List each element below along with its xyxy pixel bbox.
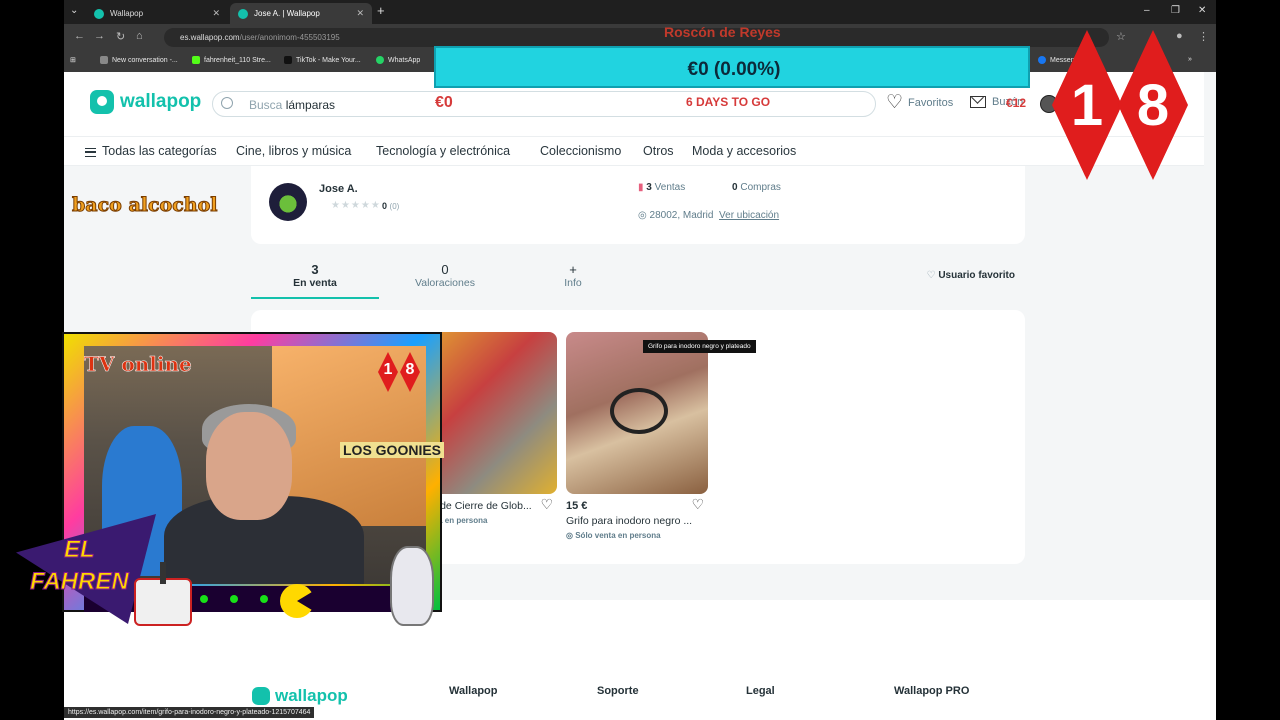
footer-col-pro: Wallapop PRO [894, 685, 970, 697]
favorite-user-button[interactable]: Usuario favorito [927, 270, 1015, 281]
item-tooltip: Grifo para inodoro negro y plateado [643, 340, 756, 353]
tab-info[interactable]: + Info [509, 262, 637, 289]
bookmark-item[interactable]: fahrenheit_110 Stre... [192, 56, 271, 64]
wallapop-logo[interactable]: wallapop [90, 90, 201, 114]
item-image [566, 332, 708, 494]
screen: ⌄ Wallapop ✕ Jose A. | Wallapop ✕ + – ❐ … [0, 0, 1280, 720]
goal-progress-text: €0 (0.00%) [687, 59, 781, 80]
footer-logo[interactable]: wallapop [252, 686, 348, 706]
item-card[interactable]: 15 € Grifo para inodoro negro ... ◎ Sólo… [566, 332, 708, 540]
wallapop-logo-icon [252, 687, 270, 705]
back-icon[interactable]: ← [74, 30, 85, 42]
facebook-icon [1038, 56, 1046, 64]
streamer-head [206, 412, 292, 520]
bookmark-favicon-icon [100, 56, 108, 64]
goal-title: Roscón de Reyes [664, 24, 781, 40]
profile-icon[interactable]: ● [1176, 30, 1183, 42]
reload-icon[interactable]: ↻ [116, 30, 125, 43]
minimize-icon[interactable]: – [1144, 5, 1150, 16]
poster-title: LOS GOONIES [340, 442, 445, 458]
joystick-icon [134, 562, 192, 626]
menu-icon[interactable]: ⋮ [1198, 30, 1209, 43]
footer-col-legal: Legal [746, 685, 775, 697]
cam-title: TV online [84, 352, 192, 377]
category-bar: Todas las categorías Cine, libros y músi… [64, 136, 1204, 166]
pellet-icon [230, 595, 238, 603]
sales-stat: ▮ 3 Ventas [638, 182, 686, 193]
category-item[interactable]: Cine, libros y música [236, 144, 351, 158]
location: ◎ 28002, Madrid Ver ubicación [638, 210, 780, 221]
home-icon[interactable]: ⌂ [136, 30, 143, 42]
category-item[interactable]: Moda y accesorios [692, 144, 796, 158]
location-pin-icon: ◎ [566, 531, 573, 540]
apps-icon[interactable]: ⊞ [70, 56, 76, 64]
kick-icon [192, 56, 200, 64]
goal-days: 6 DAYS TO GO [686, 95, 771, 109]
heart-icon[interactable]: ♡ [691, 496, 704, 513]
profile-avatar [269, 183, 307, 221]
goal-progress-bar: €0 (0.00%) [434, 46, 1030, 88]
wallapop-logo-icon [90, 90, 114, 114]
whatsapp-icon [376, 56, 384, 64]
category-item[interactable]: Tecnología y electrónica [376, 144, 510, 158]
url-input[interactable]: es.wallapop.com/user/anonimom-455503195 [164, 28, 1109, 47]
item-title: Grifo para inodoro negro ... [566, 515, 693, 527]
bookmark-item[interactable]: WhatsApp [376, 56, 420, 64]
view-location-link[interactable]: Ver ubicación [719, 210, 779, 221]
goal-current: €0 [435, 94, 453, 111]
item-shipping: ◎ Sólo venta en persona [566, 531, 661, 540]
astronaut-icon [390, 546, 434, 626]
search-icon [221, 97, 233, 109]
bookmark-item[interactable]: New conversation -... [100, 56, 178, 64]
profile-card: Jose A. ★★★★★ 0 (0) ▮ 3 Ventas 0 Compras… [251, 166, 1025, 244]
tab-list-icon[interactable]: ⌄ [70, 5, 78, 16]
restore-icon[interactable]: ❐ [1171, 5, 1180, 16]
purchases-stat: 0 Compras [732, 182, 781, 193]
pellet-icon [200, 595, 208, 603]
profile-tabs: 3En venta 0Valoraciones +Info Usuario fa… [251, 260, 1025, 300]
close-icon[interactable]: ✕ [212, 8, 220, 19]
rating-value: 0 (0) [382, 201, 400, 211]
favorites-link[interactable]: Favoritos [886, 91, 953, 114]
category-all[interactable]: Todas las categorías [102, 144, 217, 158]
tab-reviews[interactable]: 0 Valoraciones [381, 262, 509, 289]
scrolling-ticker: baco alcochol [72, 194, 218, 217]
envelope-icon [970, 96, 986, 108]
goal-target: €12 [1006, 96, 1027, 110]
close-icon[interactable]: ✕ [356, 8, 364, 19]
forward-icon[interactable]: → [94, 30, 105, 42]
wallapop-favicon-icon [238, 8, 248, 19]
pellet-icon [260, 595, 268, 603]
streamer-brand-badge: EL FAHREN [16, 514, 194, 632]
heart-icon[interactable]: ♡ [540, 496, 553, 513]
status-url: https://es.wallapop.com/item/grifo-para-… [64, 707, 315, 718]
browser-tabbar: ⌄ Wallapop ✕ Jose A. | Wallapop ✕ + – ❐ … [64, 0, 1216, 24]
star-rating-icon: ★★★★★ [331, 200, 381, 211]
menu-icon[interactable] [85, 148, 96, 157]
item-price: 15 € [566, 500, 588, 512]
profile-name: Jose A. [319, 183, 358, 195]
wallapop-favicon-icon [94, 8, 104, 19]
more-bookmarks-icon[interactable]: » [1188, 56, 1192, 63]
tab-wallapop[interactable]: Wallapop ✕ [86, 3, 228, 24]
close-window-icon[interactable]: ✕ [1198, 5, 1206, 16]
category-item[interactable]: Otros [643, 144, 674, 158]
bookmark-star-icon[interactable]: ☆ [1116, 30, 1126, 43]
tab-for-sale[interactable]: 3 En venta [251, 262, 379, 299]
new-tab-icon[interactable]: + [377, 3, 385, 18]
heart-icon [886, 91, 903, 114]
footer-col-wallapop: Wallapop [449, 685, 498, 697]
category-item[interactable]: Coleccionismo [540, 144, 621, 158]
tiktok-icon [284, 56, 292, 64]
footer-col-support: Soporte [597, 685, 639, 697]
footer [64, 600, 1216, 720]
tab-jose[interactable]: Jose A. | Wallapop ✕ [230, 3, 372, 24]
bookmark-item[interactable]: TikTok - Make Your... [284, 56, 361, 64]
faucet-hose-shape [610, 388, 668, 434]
search-input[interactable]: Busca lámparas [212, 91, 876, 117]
chart-icon: ▮ [638, 182, 644, 193]
location-pin-icon: ◎ [638, 210, 647, 221]
